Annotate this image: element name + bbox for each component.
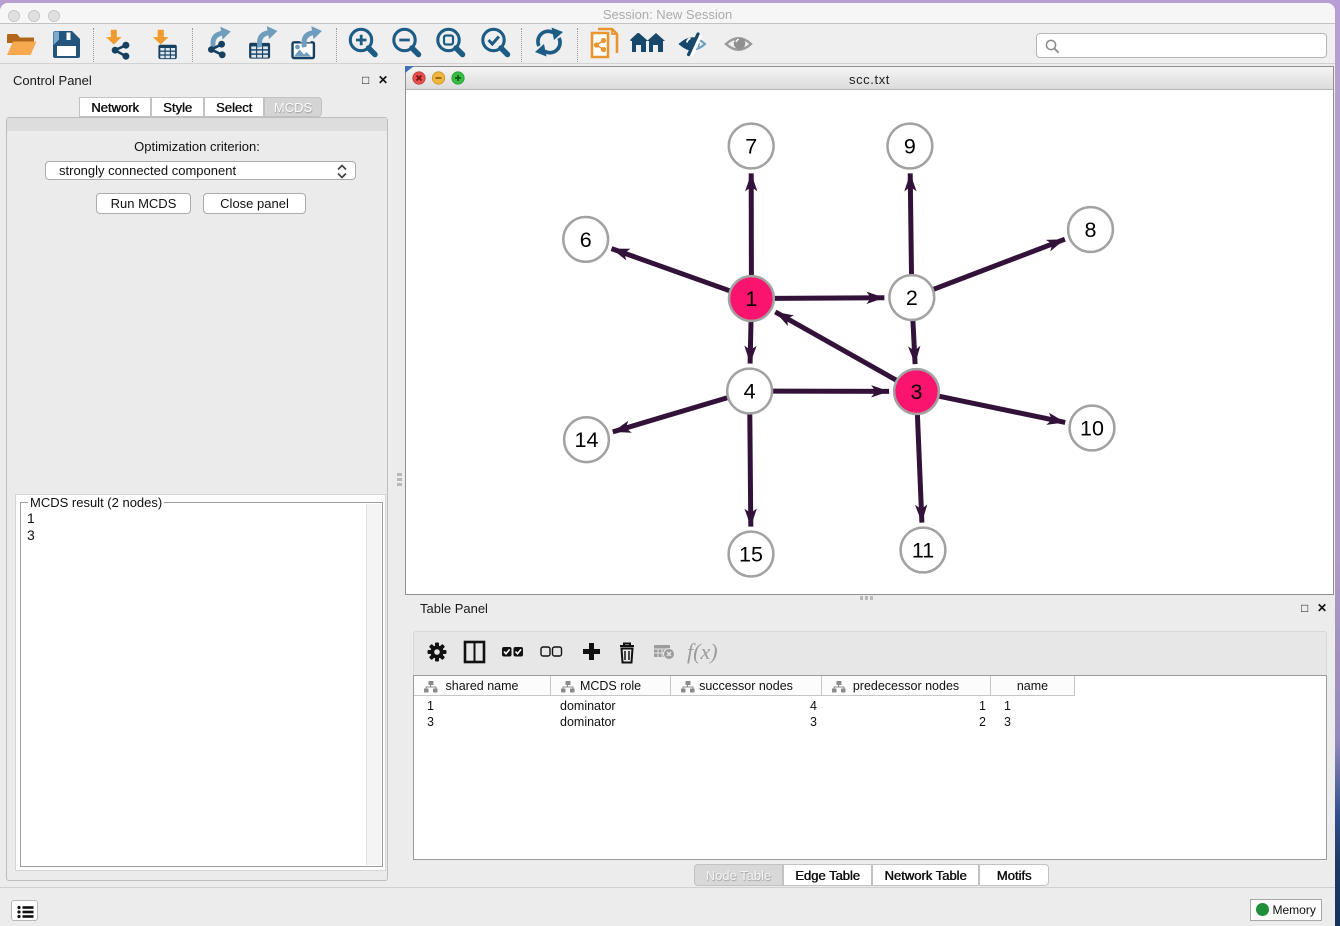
svg-text:15: 15 xyxy=(739,542,763,566)
svg-text:9: 9 xyxy=(903,134,915,158)
svg-text:6: 6 xyxy=(579,227,591,251)
svg-text:1: 1 xyxy=(745,287,757,311)
svg-text:f(x): f(x) xyxy=(687,639,718,664)
svg-text:4: 4 xyxy=(743,379,755,403)
svg-text:7: 7 xyxy=(745,134,757,158)
svg-text:11: 11 xyxy=(911,538,933,562)
svg-text:3: 3 xyxy=(910,380,922,404)
svg-text:2: 2 xyxy=(905,286,917,310)
svg-text:10: 10 xyxy=(1080,416,1104,440)
svg-text:8: 8 xyxy=(1084,218,1096,242)
svg-text:14: 14 xyxy=(574,428,598,452)
